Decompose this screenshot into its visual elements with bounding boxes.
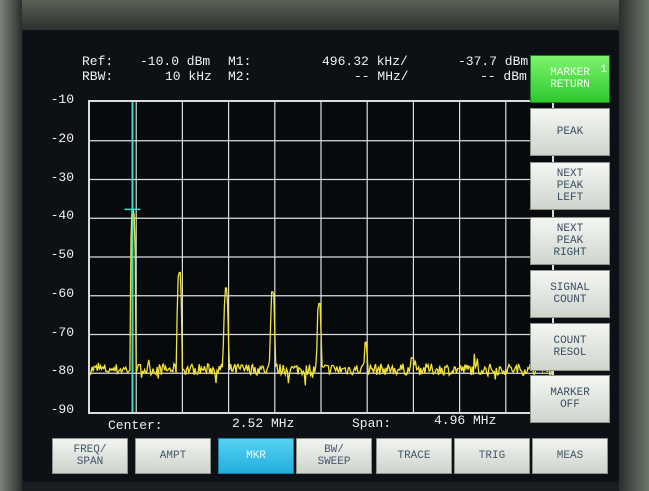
- tab-label: TRIG: [478, 450, 506, 462]
- tab-ampt[interactable]: AMPT: [135, 438, 211, 474]
- y-tick-label: -20: [50, 130, 74, 146]
- center-value: 2.52 MHz: [232, 416, 295, 431]
- m1-label: M1:: [228, 54, 252, 69]
- m2-frequency: -- MHz/: [354, 69, 409, 84]
- span-label: Span:: [352, 416, 392, 431]
- y-tick-label: -50: [50, 247, 74, 262]
- softkey-label: PEAK: [556, 126, 584, 138]
- softkey-count-resol[interactable]: COUNT RESOL: [530, 323, 610, 371]
- y-tick-label: -40: [50, 208, 74, 224]
- tab-label: TRACE: [397, 450, 431, 462]
- marker-number-badge: 1: [600, 64, 607, 76]
- tab-bw-sweep[interactable]: BW/ SWEEP: [296, 438, 372, 474]
- softkey-next-peak-right[interactable]: NEXT PEAK RIGHT: [530, 217, 610, 265]
- center-label: Center:: [108, 418, 163, 433]
- ref-value: -10.0 dBm: [140, 54, 211, 69]
- tab-freq-span[interactable]: FREQ/ SPAN: [52, 438, 128, 474]
- y-tick-label: -70: [50, 324, 74, 340]
- span-value: 4.96 MHz: [434, 413, 497, 428]
- tab-trace[interactable]: TRACE: [376, 438, 452, 474]
- m2-amplitude: -- dBm: [480, 69, 527, 84]
- tab-label: MKR: [246, 450, 266, 462]
- rbw-label: RBW:: [82, 69, 114, 84]
- tab-label: BW/ SWEEP: [317, 444, 351, 468]
- softkey-marker-off[interactable]: MARKER OFF: [530, 375, 610, 423]
- y-tick-label: -80: [50, 363, 74, 379]
- softkey-label: NEXT PEAK LEFT: [556, 168, 584, 204]
- softkey-label: COUNT RESOL: [553, 335, 587, 359]
- tab-label: AMPT: [159, 450, 187, 462]
- spectrum-chart: [89, 102, 553, 412]
- softkey-next-peak-left[interactable]: NEXT PEAK LEFT: [530, 162, 610, 210]
- y-tick-label: -90: [50, 402, 74, 417]
- spectrum-plot[interactable]: [88, 100, 554, 414]
- m1-amplitude: -37.7 dBm: [458, 54, 529, 69]
- marker-m1-crosshair: [124, 204, 141, 215]
- analyzer-screen: Ref: -10.0 dBm M1: 496.32 kHz/ -37.7 dBm…: [22, 30, 619, 482]
- m1-frequency: 496.32 kHz/: [322, 54, 408, 69]
- y-tick-label: -60: [50, 285, 74, 301]
- device-bezel-top: [0, 0, 649, 30]
- tab-label: MEAS: [556, 450, 584, 462]
- softkey-label: MARKER OFF: [550, 387, 590, 411]
- ref-label: Ref:: [82, 54, 114, 69]
- rbw-value: 10 kHz: [165, 69, 212, 84]
- device-bezel-right: [619, 0, 649, 491]
- tab-meas[interactable]: MEAS: [532, 438, 608, 474]
- softkey-label: MARKER RETURN: [550, 67, 590, 91]
- softkey-label: NEXT PEAK RIGHT: [553, 223, 587, 259]
- tab-trig[interactable]: TRIG: [454, 438, 530, 474]
- tab-label: FREQ/ SPAN: [73, 444, 107, 468]
- y-tick-label: -10: [50, 92, 74, 107]
- m2-label: M2:: [228, 69, 252, 84]
- softkey-signal-count[interactable]: SIGNAL COUNT: [530, 270, 610, 318]
- softkey-peak[interactable]: PEAK: [530, 108, 610, 156]
- device-bezel-left: [0, 0, 22, 491]
- y-tick-label: -30: [50, 169, 74, 185]
- tab-mkr[interactable]: MKR: [218, 438, 294, 474]
- softkey-label: SIGNAL COUNT: [550, 282, 590, 306]
- softkey-marker-return[interactable]: MARKER RETURN 1: [530, 55, 610, 103]
